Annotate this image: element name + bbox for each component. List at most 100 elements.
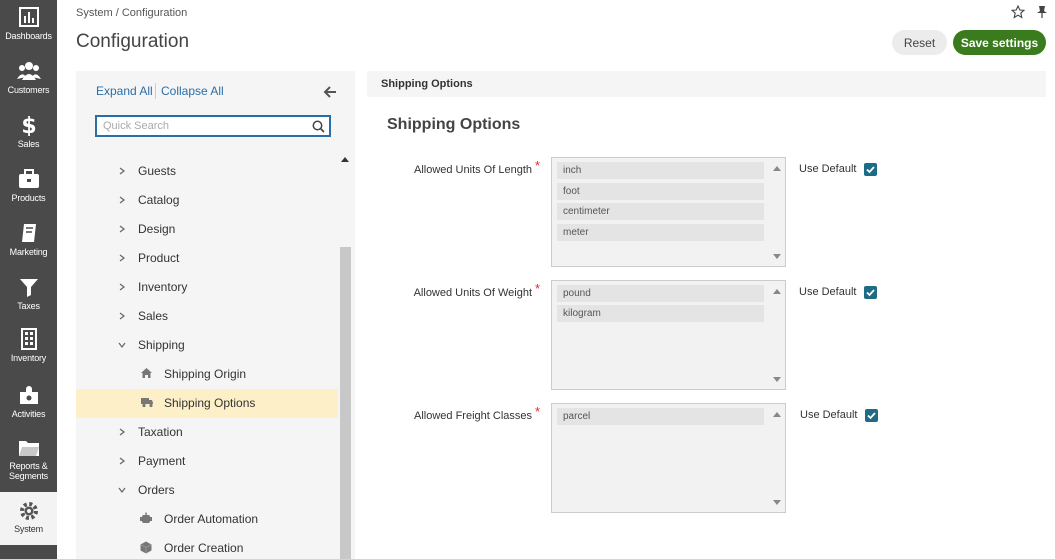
tree-item-label: Shipping Origin <box>164 367 247 381</box>
save-settings-button[interactable]: Save settings <box>953 30 1046 55</box>
tree-item-catalog[interactable]: Catalog <box>76 186 338 215</box>
tree-item-label: Shipping <box>138 338 185 352</box>
section-title: Shipping Options <box>387 116 521 133</box>
robot-icon <box>140 512 152 523</box>
nav-taxes[interactable]: Taxes <box>0 270 57 324</box>
tree-item-shipping[interactable]: Shipping <box>76 331 338 360</box>
chevron-right-icon <box>119 196 125 204</box>
tree-item-design[interactable]: Design <box>76 215 338 244</box>
svg-text:$: $ <box>21 114 36 136</box>
tree-item-order-automation[interactable]: Order Automation <box>76 505 338 534</box>
use-default-checkbox[interactable] <box>864 163 877 176</box>
select-option[interactable]: kilogram <box>557 305 764 322</box>
tree-item-label: Taxation <box>138 425 183 439</box>
chevron-down-icon <box>118 342 126 348</box>
tree-item-label: Sales <box>138 309 169 323</box>
search-icon[interactable] <box>312 120 325 133</box>
tree-item-label: Inventory <box>138 280 188 294</box>
nav-label: Activities <box>11 409 46 419</box>
nav-customers[interactable]: Customers <box>0 54 57 108</box>
chevron-right-icon <box>119 225 125 233</box>
nav-products[interactable]: Products <box>0 162 57 216</box>
tree-item-shipping-origin[interactable]: Shipping Origin <box>76 360 338 389</box>
allowed-freight-classes-select[interactable]: parcel <box>551 403 786 513</box>
nav-system[interactable]: System <box>0 492 57 545</box>
arrow-left-icon[interactable] <box>323 85 337 99</box>
main-menu: Dashboards Customers $ Sales Products Ma… <box>0 0 57 559</box>
use-default-checkbox[interactable] <box>865 409 878 422</box>
tree-item-label: Guests <box>138 164 177 178</box>
use-default-checkbox[interactable] <box>864 286 877 299</box>
use-default-label: Use Default <box>799 163 857 175</box>
breadcrumb: System / Configuration <box>76 7 188 19</box>
scroll-down-arrow-icon[interactable] <box>773 500 781 505</box>
tree-item-shipping-options[interactable]: Shipping Options <box>76 389 338 418</box>
select-option[interactable]: inch <box>557 162 764 179</box>
tree-item-label: Catalog <box>138 193 180 207</box>
expand-all-link[interactable]: Expand All <box>96 84 153 98</box>
tree-item-taxation[interactable]: Taxation <box>76 418 338 447</box>
use-default-label: Use Default <box>799 286 857 298</box>
tree-item-sales[interactable]: Sales <box>76 302 338 331</box>
reset-button[interactable]: Reset <box>892 30 947 55</box>
gear-icon <box>19 502 38 520</box>
pin-icon[interactable] <box>1036 5 1048 19</box>
scroll-down-arrow-icon[interactable] <box>773 377 781 382</box>
allowed-units-weight-select[interactable]: pound kilogram <box>551 280 786 390</box>
chevron-right-icon <box>119 312 125 320</box>
nav-marketing[interactable]: Marketing <box>0 216 57 270</box>
tree-item-orders[interactable]: Orders <box>76 476 338 505</box>
quick-search <box>95 115 331 137</box>
config-tree-panel: Expand All Collapse All Guests Catalog D… <box>76 71 355 559</box>
tree-item-inventory[interactable]: Inventory <box>76 273 338 302</box>
tree-item-product[interactable]: Product <box>76 244 338 273</box>
star-icon[interactable] <box>1011 5 1025 19</box>
chevron-down-icon <box>118 487 126 493</box>
quick-search-input[interactable] <box>103 120 303 132</box>
scroll-thumb[interactable] <box>340 247 351 559</box>
nav-activities[interactable]: Activities <box>0 378 57 432</box>
nav-label: Marketing <box>9 247 48 257</box>
scroll-up-arrow-icon[interactable] <box>773 166 781 171</box>
nav-inventory[interactable]: Inventory <box>0 324 57 378</box>
required-asterisk: * <box>535 281 541 296</box>
scroll-up-arrow-icon[interactable] <box>773 412 781 417</box>
allowed-freight-classes-label: Allowed Freight Classes <box>414 410 532 422</box>
page-title: Configuration <box>76 31 190 52</box>
scroll-up-arrow-icon[interactable] <box>773 289 781 294</box>
chevron-right-icon <box>119 167 125 175</box>
truck-icon <box>141 398 153 408</box>
select-option[interactable]: pound <box>557 285 764 302</box>
tree-item-label: Order Automation <box>164 512 259 526</box>
nav-reports-segments[interactable]: Reports & Segments <box>0 432 57 492</box>
nav-sales[interactable]: $ Sales <box>0 108 57 162</box>
tree-item-payment[interactable]: Payment <box>76 447 338 476</box>
checkmark-icon <box>866 289 875 297</box>
required-asterisk: * <box>535 404 541 419</box>
cube-icon <box>140 541 152 554</box>
nav-dashboards[interactable]: Dashboards <box>0 0 57 54</box>
select-option[interactable]: parcel <box>557 408 764 425</box>
chevron-right-icon <box>119 457 125 465</box>
select-option[interactable]: foot <box>557 183 764 200</box>
section-header-label: Shipping Options <box>381 78 473 90</box>
nav-label: Inventory <box>10 353 47 363</box>
scroll-up-arrow-icon[interactable] <box>341 157 349 162</box>
divider <box>155 83 156 99</box>
select-option[interactable]: meter <box>557 224 764 241</box>
puzzle-icon <box>19 386 38 404</box>
checkmark-icon <box>867 412 876 420</box>
scroll-down-arrow-icon[interactable] <box>773 254 781 259</box>
inventory-icon <box>20 328 37 350</box>
section-header-bar[interactable]: Shipping Options <box>367 71 1046 97</box>
tree-item-guests[interactable]: Guests <box>76 157 338 186</box>
customers-icon <box>16 62 41 80</box>
chevron-right-icon <box>119 283 125 291</box>
folder-icon <box>18 441 39 456</box>
dollar-icon: $ <box>21 114 36 136</box>
select-option[interactable]: centimeter <box>557 203 764 220</box>
collapse-all-link[interactable]: Collapse All <box>161 84 224 98</box>
use-default-label: Use Default <box>800 409 858 421</box>
allowed-units-length-select[interactable]: inch foot centimeter meter <box>551 157 786 267</box>
tree-item-order-creation[interactable]: Order Creation <box>76 534 338 559</box>
